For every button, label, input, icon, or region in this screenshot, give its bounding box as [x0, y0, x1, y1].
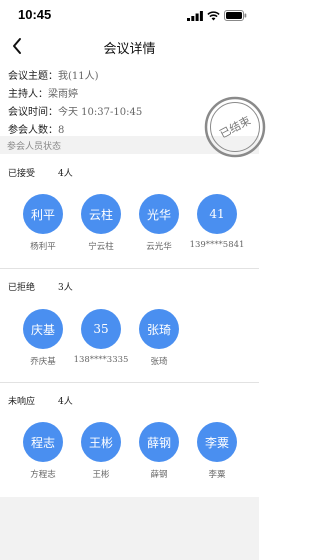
- participant-name: 薛钢: [150, 470, 168, 480]
- participant-name: 宁云柱: [88, 242, 114, 252]
- participant-name: 138****3335: [73, 355, 129, 365]
- group-accepted-title: 已接受: [8, 169, 36, 179]
- meeting-topic-value: 我(11人): [58, 71, 99, 82]
- participant-name: 杨利平: [30, 242, 56, 252]
- participant-item[interactable]: 41 139****5841: [189, 194, 245, 250]
- participant-avatar[interactable]: 35: [81, 309, 121, 349]
- meeting-count-label: 参会人数：: [8, 125, 58, 136]
- meeting-time-row: 会议时间：今天 10:37-10:45: [8, 104, 142, 122]
- participant-item[interactable]: 庆基 乔庆基: [15, 309, 71, 367]
- meeting-host-value: 梁雨婷: [48, 89, 78, 100]
- page-title: 会议详情: [103, 42, 156, 57]
- participant-name: 云光华: [146, 242, 172, 252]
- meeting-info: 会议主题：我(11人) 主持人：梁雨婷 会议时间：今天 10:37-10:45 …: [8, 68, 142, 140]
- participant-avatar[interactable]: 李粟: [197, 422, 237, 462]
- participant-name: 张琦: [150, 357, 168, 367]
- participant-avatar[interactable]: 薛钢: [139, 422, 179, 462]
- group-accepted-count: 4人: [58, 169, 73, 179]
- participant-avatar[interactable]: 庆基: [23, 309, 63, 349]
- participant-name: 139****5841: [189, 240, 245, 250]
- participant-item[interactable]: 王彬 王彬: [73, 422, 129, 480]
- participant-item[interactable]: 薛钢 薛钢: [131, 422, 187, 480]
- meeting-host-row: 主持人：梁雨婷: [8, 86, 142, 104]
- meeting-topic-row: 会议主题：我(11人): [8, 68, 142, 86]
- participant-avatar[interactable]: 41: [197, 194, 237, 234]
- participant-name: 方程志: [30, 470, 56, 480]
- battery-icon: [224, 10, 247, 21]
- divider: [0, 382, 259, 383]
- participant-item[interactable]: 李粟 李粟: [189, 422, 245, 480]
- participant-item[interactable]: 云柱 宁云柱: [73, 194, 129, 252]
- participant-item[interactable]: 张琦 张琦: [131, 309, 187, 367]
- stamp-text: 已结束: [218, 114, 253, 141]
- meeting-count-value: 8: [58, 125, 65, 136]
- participant-item[interactable]: 利平 杨利平: [15, 194, 71, 252]
- group-rejected-title: 已拒绝: [8, 283, 36, 293]
- signal-icon: [187, 10, 203, 21]
- participant-item[interactable]: 35 138****3335: [73, 309, 129, 365]
- participant-item[interactable]: 程志 方程志: [15, 422, 71, 480]
- group-no-response-count: 4人: [58, 397, 73, 407]
- participant-avatar[interactable]: 云柱: [81, 194, 121, 234]
- participant-item[interactable]: 光华 云光华: [131, 194, 187, 252]
- participants-header-label: 参会人员状态: [7, 142, 62, 152]
- meeting-topic-label: 会议主题：: [8, 71, 58, 82]
- status-time: 10:45: [18, 7, 52, 22]
- participant-name: 乔庆基: [30, 357, 56, 367]
- participant-name: 李粟: [208, 470, 226, 480]
- meeting-time-label: 会议时间：: [8, 107, 58, 118]
- participant-avatar[interactable]: 王彬: [81, 422, 121, 462]
- status-icons: [187, 10, 247, 21]
- group-rejected-count: 3人: [58, 283, 73, 293]
- meeting-host-label: 主持人：: [8, 89, 48, 100]
- participant-avatar[interactable]: 光华: [139, 194, 179, 234]
- participant-avatar[interactable]: 利平: [23, 194, 63, 234]
- participant-avatar[interactable]: 程志: [23, 422, 63, 462]
- divider: [0, 268, 259, 269]
- group-no-response-title: 未响应: [8, 397, 36, 407]
- ended-stamp: 已结束: [204, 96, 266, 158]
- wifi-icon: [207, 10, 220, 20]
- meeting-time-value: 今天 10:37-10:45: [58, 107, 143, 118]
- status-bar: 10:45: [0, 0, 259, 30]
- participant-avatar[interactable]: 张琦: [139, 309, 179, 349]
- bottom-background: [0, 497, 259, 560]
- participant-name: 王彬: [92, 470, 110, 480]
- nav-bar: 会议详情: [0, 30, 259, 62]
